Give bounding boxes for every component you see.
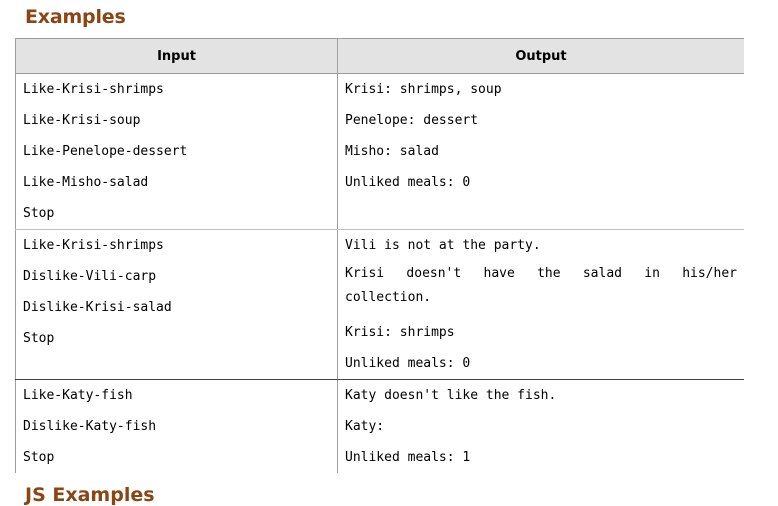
section-heading-examples: Examples	[25, 6, 126, 28]
output-line: Vili is not at the party.	[345, 238, 541, 253]
header-output: Output	[337, 38, 744, 74]
output-line: Penelope: dessert	[345, 113, 479, 128]
input-line: Like-Krisi-shrimps	[23, 238, 164, 253]
input-line: Like-Krisi-soup	[23, 113, 141, 128]
input-line: Like-Penelope-dessert	[23, 144, 188, 159]
input-cell: Like-Krisi-shrimps Like-Krisi-soup Like-…	[15, 73, 338, 230]
output-line: Unliked meals: 1	[345, 450, 471, 465]
output-cell: Katy doesn't like the fish. Katy: Unlike…	[337, 379, 744, 473]
table-header-row: Input Output	[15, 38, 744, 74]
output-line: Unliked meals: 0	[345, 356, 471, 371]
input-line: Dislike-Katy-fish	[23, 419, 157, 434]
output-line: Katy doesn't like the fish.	[345, 388, 557, 403]
output-line: Krisi doesn't have the salad in his/her	[345, 266, 737, 281]
input-line: Stop	[23, 206, 55, 221]
input-line: Like-Katy-fish	[23, 388, 133, 403]
table-row: Like-Krisi-shrimps Dislike-Vili-carp Dis…	[15, 229, 744, 380]
section-heading-js-examples: JS Examples	[25, 484, 155, 506]
header-input: Input	[15, 38, 338, 74]
output-cell: Vili is not at the party. Krisi doesn't …	[337, 229, 744, 380]
output-line: Krisi: shrimps	[345, 325, 455, 340]
examples-table-wrapper: Input Output Like-Krisi-shrimps Like-Kri…	[15, 38, 744, 475]
output-line: Misho: salad	[345, 144, 439, 159]
examples-table: Input Output Like-Krisi-shrimps Like-Kri…	[15, 38, 744, 473]
input-cell: Like-Katy-fish Dislike-Katy-fish Stop	[15, 379, 338, 473]
input-line: Dislike-Krisi-salad	[23, 300, 172, 315]
input-line: Stop	[23, 331, 55, 346]
input-line: Stop	[23, 450, 55, 465]
input-line: Like-Misho-salad	[23, 175, 149, 190]
output-line: collection.	[345, 290, 432, 305]
input-line: Dislike-Vili-carp	[23, 269, 157, 284]
table-row: Like-Krisi-shrimps Like-Krisi-soup Like-…	[15, 73, 744, 230]
input-line: Like-Krisi-shrimps	[23, 82, 164, 97]
table-row: Like-Katy-fish Dislike-Katy-fish Stop Ka…	[15, 379, 744, 473]
output-cell: Krisi: shrimps, soup Penelope: dessert M…	[337, 73, 744, 230]
input-cell: Like-Krisi-shrimps Dislike-Vili-carp Dis…	[15, 229, 338, 380]
output-line: Krisi: shrimps, soup	[345, 82, 502, 97]
output-line: Katy:	[345, 419, 385, 434]
output-line: Unliked meals: 0	[345, 175, 471, 190]
